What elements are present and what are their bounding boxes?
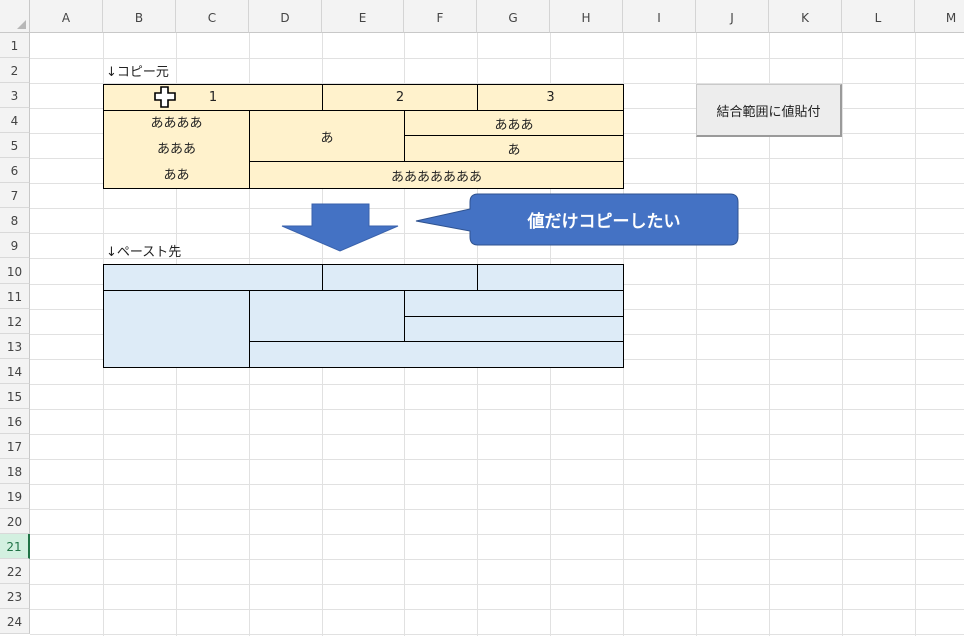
source-cell-g3[interactable]: 3: [477, 84, 624, 111]
row-header-1[interactable]: 1: [0, 33, 30, 58]
column-header-d[interactable]: D: [249, 0, 322, 33]
row-header-17[interactable]: 17: [0, 434, 30, 459]
row-header-11[interactable]: 11: [0, 284, 30, 309]
source-value-1: 1: [208, 90, 218, 105]
destination-label: ↓ペースト先: [106, 245, 182, 260]
row-header-5[interactable]: 5: [0, 133, 30, 158]
dest-cell-f12[interactable]: [404, 316, 624, 342]
source-left-line-3: ああ: [163, 167, 190, 183]
source-bottom-value: あああああああ: [390, 169, 482, 185]
row-header-14[interactable]: 14: [0, 359, 30, 384]
column-header-b[interactable]: B: [103, 0, 176, 33]
source-cell-f5[interactable]: あ: [404, 135, 624, 162]
source-label: ↓コピー元: [106, 65, 169, 80]
source-cell-d4-e5[interactable]: あ: [249, 110, 405, 162]
column-header-k[interactable]: K: [769, 0, 842, 33]
source-right-value-1: あああ: [494, 117, 534, 133]
source-left-line-1: ああああ: [150, 116, 203, 132]
source-cell-f4[interactable]: あああ: [404, 110, 624, 136]
dest-cell-b10[interactable]: [103, 264, 323, 291]
select-all-corner[interactable]: [0, 0, 30, 33]
source-cell-e3[interactable]: 2: [322, 84, 478, 111]
row-header-20[interactable]: 20: [0, 509, 30, 534]
source-left-line-2: あああ: [156, 141, 196, 157]
source-right-value-2: あ: [507, 143, 521, 158]
paste-values-merged-button-label: 結合範囲に値貼付: [716, 104, 821, 120]
row-header-8[interactable]: 8: [0, 208, 30, 233]
dest-cell-g10[interactable]: [477, 264, 624, 291]
source-cell-b3[interactable]: 1: [103, 84, 323, 111]
row-header-19[interactable]: 19: [0, 484, 30, 509]
dest-cell-d11-e12[interactable]: [249, 290, 405, 342]
source-cell-d6[interactable]: あああああああ: [249, 161, 624, 189]
cell-cursor-icon: [154, 86, 176, 108]
source-value-3: 3: [546, 90, 555, 105]
row-header-18[interactable]: 18: [0, 459, 30, 484]
source-cell-b4-b6[interactable]: ああああ あああ ああ: [103, 110, 250, 189]
row-header-23[interactable]: 23: [0, 584, 30, 609]
source-value-2: 2: [395, 90, 405, 105]
row-header-10[interactable]: 10: [0, 258, 30, 284]
row-header-15[interactable]: 15: [0, 384, 30, 409]
row-header-4[interactable]: 4: [0, 108, 30, 133]
row-header-13[interactable]: 13: [0, 334, 30, 359]
row-header-16[interactable]: 16: [0, 409, 30, 434]
row-header-24[interactable]: 24: [0, 609, 30, 634]
down-arrow-icon: [281, 203, 399, 252]
dest-cell-b11-b13[interactable]: [103, 290, 250, 368]
row-header-3[interactable]: 3: [0, 83, 30, 108]
column-header-j[interactable]: J: [696, 0, 769, 33]
column-header-i[interactable]: I: [623, 0, 696, 33]
column-header-l[interactable]: L: [842, 0, 915, 33]
column-header-h[interactable]: H: [550, 0, 623, 33]
column-header-a[interactable]: A: [30, 0, 103, 33]
row-header-7[interactable]: 7: [0, 183, 30, 208]
row-header-6[interactable]: 6: [0, 158, 30, 183]
column-header-g[interactable]: G: [477, 0, 550, 33]
callout-bubble: 値だけコピーしたい: [410, 193, 740, 249]
source-center-value: あ: [320, 130, 334, 146]
dest-cell-f11[interactable]: [404, 290, 624, 317]
row-header-9[interactable]: 9: [0, 233, 30, 258]
column-header-m[interactable]: M: [915, 0, 964, 33]
row-header-12[interactable]: 12: [0, 309, 30, 334]
select-all-triangle-icon: [17, 20, 26, 29]
paste-values-merged-button[interactable]: 結合範囲に値貼付: [696, 84, 842, 137]
row-header-22[interactable]: 22: [0, 559, 30, 584]
dest-cell-d13[interactable]: [249, 341, 624, 368]
column-header-c[interactable]: C: [176, 0, 249, 33]
callout-text: 値だけコピーしたい: [527, 211, 681, 232]
row-header-21[interactable]: 21: [0, 534, 30, 559]
row-header-2[interactable]: 2: [0, 58, 30, 83]
column-header-e[interactable]: E: [322, 0, 404, 33]
column-header-f[interactable]: F: [404, 0, 477, 33]
dest-cell-e10[interactable]: [322, 264, 478, 291]
